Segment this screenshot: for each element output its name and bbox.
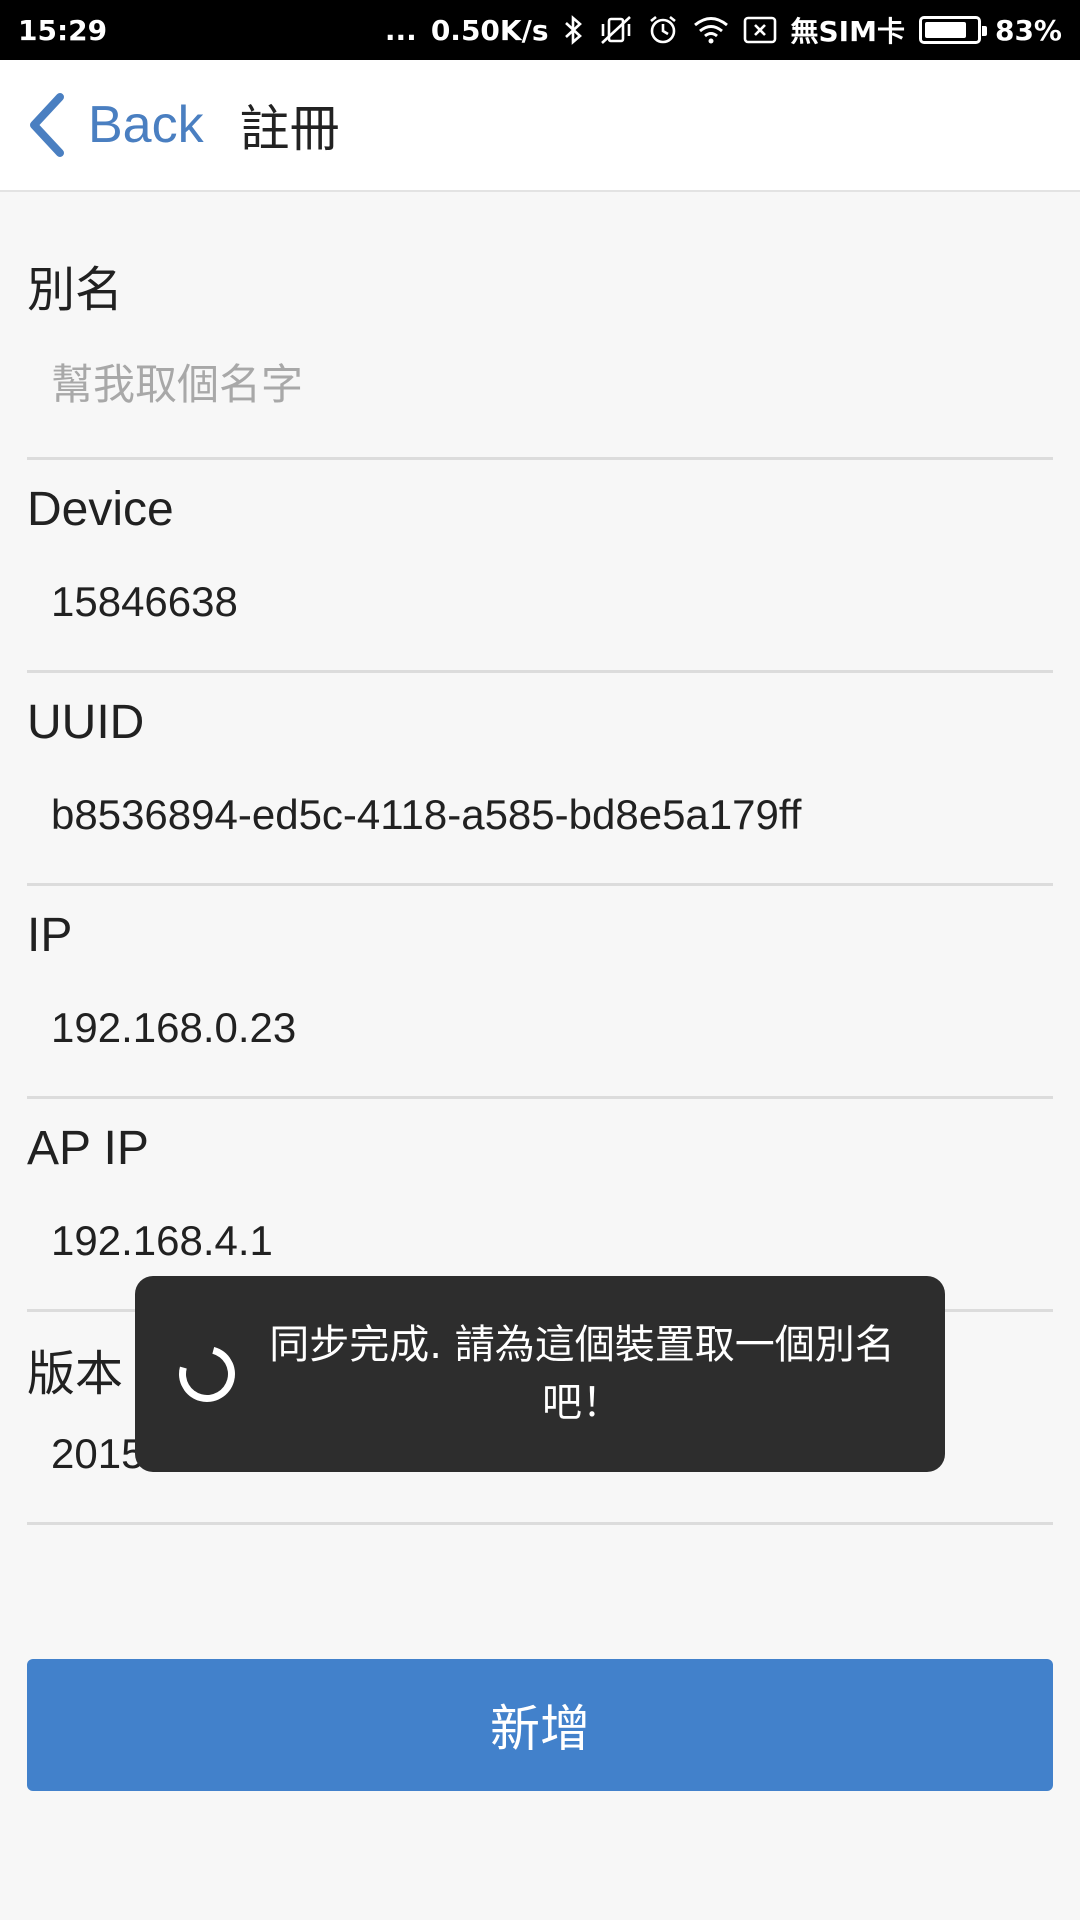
alias-label: 別名 bbox=[27, 264, 124, 317]
ip-value: 192.168.0.23 bbox=[51, 1004, 297, 1051]
status-dots: ... bbox=[384, 13, 417, 47]
alias-input[interactable] bbox=[51, 352, 1031, 416]
uuid-label: UUID bbox=[27, 696, 145, 749]
nav-bar: Back 註冊 bbox=[0, 60, 1080, 192]
vibrate-off-icon bbox=[599, 14, 633, 46]
wifi-icon bbox=[693, 16, 729, 44]
bluetooth-icon bbox=[563, 15, 585, 45]
field-ip: IP 192.168.0.23 bbox=[27, 886, 1053, 1099]
status-bar: 15:29 ... 0.50K/s 無SIM卡 83% bbox=[0, 0, 1080, 60]
device-label: Device bbox=[27, 483, 174, 536]
status-icons: ... 0.50K/s 無SIM卡 83% bbox=[385, 10, 1062, 50]
status-time: 15:29 bbox=[18, 13, 108, 47]
loading-spinner-icon bbox=[168, 1335, 246, 1413]
ip-label: IP bbox=[27, 909, 73, 962]
battery-fill bbox=[924, 22, 967, 38]
device-value: 15846638 bbox=[51, 578, 238, 625]
ap-ip-label: AP IP bbox=[27, 1122, 149, 1175]
field-uuid: UUID b8536894-ed5c-4118-a585-bd8e5a179ff bbox=[27, 673, 1053, 886]
network-speed: 0.50K/s bbox=[430, 13, 549, 47]
version-label: 版本 bbox=[27, 1348, 124, 1401]
battery-icon bbox=[918, 16, 987, 44]
sim-x-icon bbox=[743, 15, 777, 45]
alarm-icon bbox=[647, 14, 679, 46]
page-title: 註冊 bbox=[239, 100, 340, 158]
toast-message: 同步完成. 請為這個裝置取一個別名吧！ bbox=[269, 1322, 895, 1426]
battery-percent: 83% bbox=[994, 13, 1062, 47]
back-button[interactable]: Back bbox=[26, 93, 204, 157]
uuid-value: b8536894-ed5c-4118-a585-bd8e5a179ff bbox=[51, 791, 802, 838]
field-device: Device 15846638 bbox=[27, 460, 1053, 673]
field-alias: 別名 bbox=[27, 192, 1053, 460]
chevron-left-icon bbox=[26, 93, 66, 157]
sim-status: 無SIM卡 bbox=[790, 15, 905, 48]
sync-toast: 同步完成. 請為這個裝置取一個別名吧！ bbox=[135, 1276, 945, 1472]
back-label: Back bbox=[88, 96, 204, 154]
ap-ip-value: 192.168.4.1 bbox=[51, 1217, 273, 1264]
add-button[interactable]: 新增 bbox=[27, 1659, 1053, 1791]
